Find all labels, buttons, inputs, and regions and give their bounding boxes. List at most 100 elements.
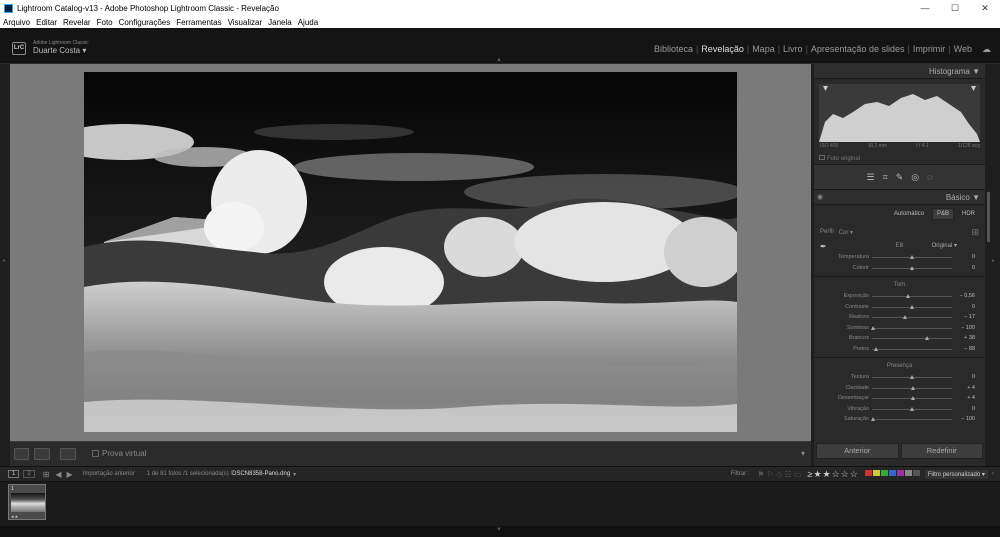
hdr-button[interactable]: HDR: [958, 209, 979, 219]
toolbar-menu-icon[interactable]: ▾: [801, 449, 805, 458]
slider-knob[interactable]: [909, 375, 914, 379]
slider-knob[interactable]: [911, 396, 916, 400]
module-biblioteca[interactable]: Biblioteca: [651, 44, 696, 55]
filmstrip-thumbnail[interactable]: 1 ★★: [8, 484, 46, 520]
slider-row[interactable]: Desembaçar + 4: [814, 393, 985, 404]
chevron-down-icon[interactable]: ▾: [293, 471, 296, 478]
slider-track[interactable]: [872, 327, 952, 329]
custom-filter-select[interactable]: Filtro personalizado ▾: [924, 469, 988, 479]
menu-foto[interactable]: Foto: [97, 18, 113, 27]
slider-value[interactable]: + 4: [967, 385, 975, 391]
menu-janela[interactable]: Janela: [268, 18, 292, 27]
slider-track[interactable]: [872, 338, 952, 339]
color-label-filter[interactable]: [864, 470, 921, 478]
slider-knob[interactable]: [909, 406, 914, 411]
slider-knob[interactable]: [909, 304, 914, 309]
slider-value[interactable]: − 100: [961, 416, 975, 422]
slider-value[interactable]: − 100: [961, 325, 975, 331]
slider-row[interactable]: Vibração 0: [814, 404, 985, 415]
before-after-button[interactable]: [34, 448, 50, 460]
slider-value[interactable]: − 88: [964, 346, 975, 352]
previous-button[interactable]: Anterior: [816, 443, 899, 459]
wb-select[interactable]: Original ▾: [932, 241, 957, 252]
slider-knob[interactable]: [924, 336, 929, 340]
crop-icon[interactable]: ⌗: [883, 172, 888, 183]
slider-row[interactable]: Temperatura 0: [814, 252, 985, 263]
slider-knob[interactable]: [874, 346, 879, 351]
maximize-button[interactable]: ☐: [940, 3, 970, 14]
menu-visualizar[interactable]: Visualizar: [228, 18, 263, 27]
slider-row[interactable]: Exposição − 0,56: [814, 291, 985, 302]
slider-row[interactable]: Brancos + 38: [814, 333, 985, 344]
eyedropper-icon[interactable]: ✒: [820, 241, 827, 252]
sliders-icon[interactable]: ☰: [867, 172, 875, 183]
panel-collapse-icon[interactable]: ▼: [972, 67, 980, 76]
menu-editar[interactable]: Editar: [36, 18, 57, 27]
source-label[interactable]: Importação anterior: [83, 471, 135, 477]
slider-row[interactable]: Textura 0: [814, 372, 985, 383]
top-panel-toggle-icon[interactable]: ▲: [496, 57, 502, 63]
slider-knob[interactable]: [903, 315, 908, 319]
slider-track[interactable]: [872, 296, 952, 297]
star-rating-filter[interactable]: ≥★★☆☆☆: [808, 469, 859, 480]
bw-button[interactable]: P&B: [931, 208, 954, 220]
filter-lock-icon[interactable]: ▫: [992, 471, 994, 477]
slider-knob[interactable]: [871, 325, 876, 330]
menu-ferramentas[interactable]: Ferramentas: [176, 18, 221, 27]
left-panel-toggle[interactable]: ◂: [0, 64, 10, 464]
monitor-1-button[interactable]: 1: [8, 470, 20, 478]
slider-track[interactable]: [872, 419, 952, 420]
minimize-button[interactable]: —: [910, 3, 940, 14]
forward-arrow-icon[interactable]: ▶: [67, 470, 73, 479]
slider-row[interactable]: Colorir 0: [814, 263, 985, 274]
image-canvas[interactable]: [10, 64, 811, 441]
close-button[interactable]: ✕: [970, 3, 1000, 14]
panel-collapse-icon[interactable]: ▼: [972, 193, 980, 202]
bottom-panel-toggle[interactable]: ▼: [0, 526, 1000, 537]
basic-header[interactable]: ◉ Básico ▼: [814, 190, 985, 205]
slider-row[interactable]: Sombras − 100: [814, 323, 985, 334]
heal-brush-icon[interactable]: ✎: [896, 172, 904, 183]
slider-value[interactable]: 0: [972, 304, 975, 310]
compare-toggle-button[interactable]: [60, 448, 76, 460]
slider-row[interactable]: Realces − 17: [814, 312, 985, 323]
module-apresentacao[interactable]: Apresentação de slides: [808, 44, 908, 55]
filename[interactable]: DSCN8358-Pano.dng: [232, 471, 290, 477]
slider-track[interactable]: [872, 317, 952, 318]
original-photo-checkbox[interactable]: [819, 155, 825, 160]
flag-filter-icons[interactable]: ⚑ ⚐ ◇ ☷ ▭: [757, 470, 801, 479]
slider-knob[interactable]: [909, 255, 914, 259]
profile-browser-icon[interactable]: ⊞: [971, 227, 979, 238]
slider-value[interactable]: + 4: [967, 395, 975, 401]
auto-button[interactable]: Automático: [890, 209, 928, 219]
menu-arquivo[interactable]: Arquivo: [3, 18, 30, 27]
slider-row[interactable]: Saturação − 100: [814, 414, 985, 425]
slider-knob[interactable]: [909, 265, 914, 270]
histogram-header[interactable]: Histograma ▼: [814, 64, 985, 79]
slider-value[interactable]: − 0,56: [960, 293, 975, 299]
slider-value[interactable]: 0: [972, 254, 975, 260]
red-eye-icon[interactable]: ◎: [911, 172, 919, 183]
menu-ajuda[interactable]: Ajuda: [298, 18, 318, 27]
histogram-graph[interactable]: [819, 84, 980, 142]
slider-knob[interactable]: [905, 294, 910, 298]
user-name[interactable]: Duarte Costa: [33, 46, 80, 55]
chevron-down-icon[interactable]: ▾: [82, 46, 86, 55]
slider-knob[interactable]: [871, 417, 876, 421]
slider-row[interactable]: Pretos − 88: [814, 344, 985, 355]
slider-value[interactable]: − 17: [964, 314, 975, 320]
menu-configuracoes[interactable]: Configurações: [119, 18, 171, 27]
right-panel-toggle[interactable]: ▸: [991, 64, 1000, 466]
slider-knob[interactable]: [911, 385, 916, 390]
slider-value[interactable]: 0: [972, 406, 975, 412]
back-arrow-icon[interactable]: ◀: [55, 470, 61, 479]
module-revelacao[interactable]: Revelação: [698, 44, 747, 55]
module-livro[interactable]: Livro: [780, 44, 806, 55]
cloud-icon[interactable]: ☁: [979, 44, 994, 55]
masking-icon[interactable]: ◌: [927, 172, 932, 182]
main-photo[interactable]: [84, 72, 737, 432]
loupe-view-button[interactable]: [14, 448, 29, 460]
slider-track[interactable]: [872, 348, 952, 350]
eye-icon[interactable]: ◉: [817, 190, 823, 205]
soft-proof-checkbox[interactable]: [92, 450, 99, 457]
